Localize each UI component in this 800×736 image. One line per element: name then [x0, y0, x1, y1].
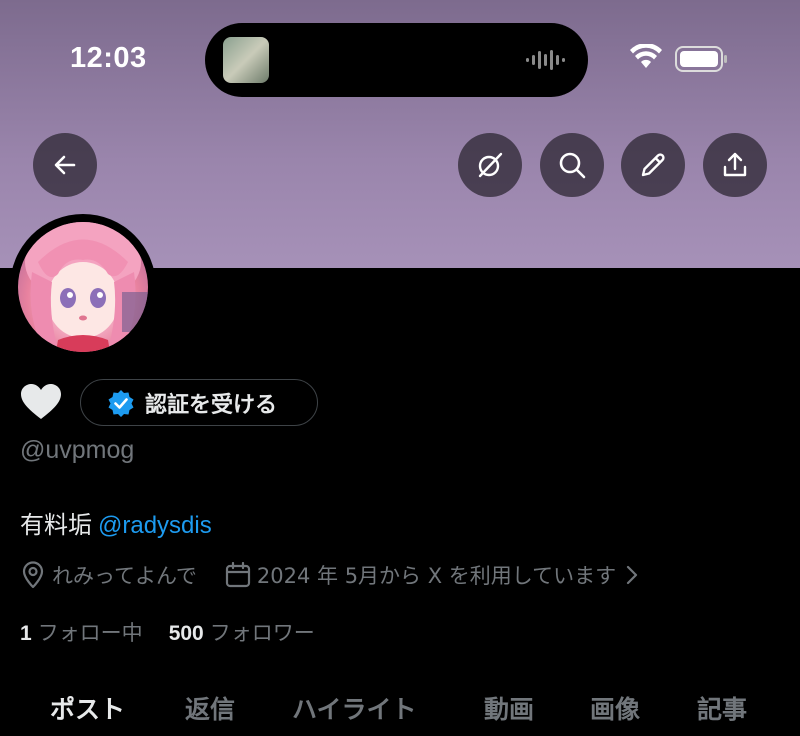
grok-icon [478, 152, 503, 178]
followers-count[interactable]: 500 [169, 622, 204, 646]
profile-handle: @uvpmog [20, 436, 135, 464]
heart-icon[interactable] [20, 383, 62, 421]
share-button[interactable] [703, 133, 767, 197]
now-playing-thumbnail [223, 37, 269, 83]
following-count[interactable]: 1 [20, 622, 32, 646]
location-pin-icon [22, 561, 44, 589]
back-arrow-icon [54, 155, 76, 175]
audio-wave-icon [526, 50, 565, 70]
followers-label[interactable]: フォロワー [210, 617, 315, 647]
dynamic-island[interactable] [205, 23, 588, 97]
tab-highlights[interactable]: ハイライト [292, 690, 417, 726]
back-button[interactable] [33, 133, 97, 197]
profile-tabs: ポスト 返信 ハイライト 動画 画像 記事 [0, 684, 800, 736]
search-button[interactable] [540, 133, 604, 197]
bio-mention-link[interactable]: @radysdis [98, 512, 212, 539]
tab-articles[interactable]: 記事 [697, 690, 747, 726]
profile-meta: れみってよんで 2024 年 5月から X を利用しています [20, 558, 638, 592]
search-icon [559, 152, 586, 179]
verified-badge-icon [108, 389, 134, 417]
avatar-illustration [25, 222, 148, 352]
following-label[interactable]: フォロー中 [38, 617, 143, 647]
grok-button[interactable] [458, 133, 522, 197]
wifi-icon [630, 44, 662, 68]
avatar[interactable] [18, 222, 148, 352]
follow-stats: 1 フォロー中 500 フォロワー [20, 617, 315, 647]
get-verified-label: 認証を受ける [145, 392, 278, 418]
chevron-right-icon[interactable] [626, 565, 638, 585]
tab-replies[interactable]: 返信 [185, 690, 235, 726]
tab-images[interactable]: 画像 [590, 690, 640, 726]
calendar-icon [225, 562, 251, 588]
profile-location: れみってよんで [52, 564, 197, 588]
profile-join-date[interactable]: 2024 年 5月から X を利用しています [257, 560, 616, 590]
edit-profile-button[interactable] [621, 133, 685, 197]
status-time: 12:03 [70, 42, 147, 74]
tab-posts[interactable]: ポスト [50, 690, 125, 726]
edit-pencil-icon [641, 153, 665, 177]
avatar-frame[interactable] [10, 214, 156, 360]
bio-text: 有料垢 [20, 511, 92, 539]
get-verified-button[interactable]: 認証を受ける [80, 379, 318, 426]
profile-bio: 有料垢 @radysdis [20, 505, 212, 540]
tab-videos[interactable]: 動画 [484, 690, 534, 726]
share-icon [723, 152, 747, 177]
battery-icon [675, 46, 727, 72]
